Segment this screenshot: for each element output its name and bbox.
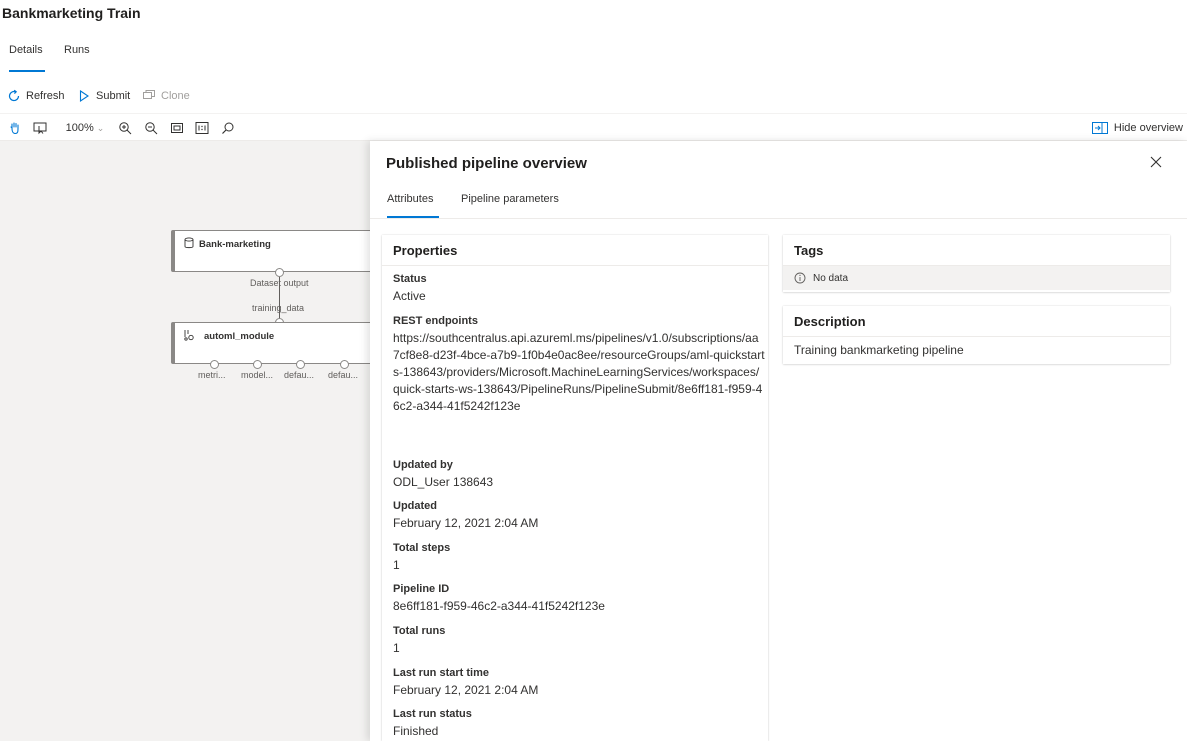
clone-button[interactable]: Clone [142, 86, 190, 106]
refresh-button[interactable]: Refresh [7, 86, 65, 106]
module-output-label: metri... [198, 370, 226, 380]
module-node-label: automl_module [204, 331, 275, 342]
property-value: February 12, 2021 2:04 AM [393, 516, 539, 530]
automl-icon [183, 329, 195, 341]
play-icon [77, 89, 91, 103]
description-heading: Description [783, 306, 1170, 337]
property-label: Updated by [393, 459, 453, 471]
tags-card: Tags No data [783, 235, 1170, 292]
property-value: 8e6ff181-f959-46c2-a344-41f5242f123e [393, 599, 605, 613]
hide-overview-label: Hide overview [1113, 122, 1183, 134]
property-status: Status Active [393, 272, 765, 305]
tags-heading: Tags [783, 235, 1170, 266]
description-text: Training bankmarketing pipeline [794, 343, 964, 357]
property-pipeline-id: Pipeline ID 8e6ff181-f959-46c2-a344-41f5… [393, 582, 765, 615]
actual-size-icon[interactable] [194, 119, 210, 137]
module-output-port[interactable] [340, 360, 349, 369]
dataset-node-label: Bank-marketing [199, 239, 271, 250]
description-card: Description Training bankmarketing pipel… [783, 306, 1170, 364]
module-output-port[interactable] [296, 360, 305, 369]
tab-pipeline-parameters[interactable]: Pipeline parameters [461, 193, 561, 218]
property-total-steps: Total steps 1 [393, 541, 765, 574]
chevron-down-icon: ⌄ [96, 122, 105, 133]
zoom-in-icon[interactable] [117, 119, 133, 137]
page-title: Bankmarketing Train [2, 5, 141, 21]
hide-overview-button[interactable]: Hide overview [1091, 119, 1183, 137]
no-data-text: No data [813, 272, 849, 284]
properties-heading: Properties [382, 235, 768, 266]
select-pointer-icon[interactable] [31, 119, 49, 137]
no-data-row: No data [783, 266, 1170, 290]
property-label: Total runs [393, 625, 446, 637]
property-label: Total steps [393, 542, 451, 554]
property-label: Last run start time [393, 667, 489, 679]
zoom-level-dropdown[interactable]: 100% ⌄ [64, 119, 106, 137]
fit-to-screen-icon[interactable] [169, 119, 185, 137]
property-label: Last run status [393, 708, 472, 720]
overview-panel: Published pipeline overview Attributes P… [370, 141, 1187, 741]
zoom-out-icon[interactable] [143, 119, 159, 137]
property-last-run-start-time: Last run start time February 12, 2021 2:… [393, 666, 765, 699]
module-output-label: defau... [284, 370, 315, 380]
zoom-level: 100% [65, 122, 94, 134]
module-output-label: defau... [328, 370, 359, 380]
property-value: Finished [393, 724, 439, 738]
dataset-output-port[interactable] [275, 268, 284, 277]
property-value: 1 [393, 558, 400, 572]
property-value: ODL_User 138643 [393, 475, 494, 489]
clone-icon [142, 89, 156, 103]
property-value: 1 [393, 641, 400, 655]
pipeline-canvas[interactable]: Bank-marketing Dataset output training_d… [0, 141, 370, 741]
module-output-port[interactable] [210, 360, 219, 369]
property-last-run-status: Last run status Finished [393, 707, 765, 740]
property-updated: Updated February 12, 2021 2:04 AM [393, 499, 765, 532]
dataset-node[interactable]: Bank-marketing [171, 230, 370, 272]
refresh-label: Refresh [26, 90, 65, 102]
info-icon [794, 272, 806, 284]
module-output-label: model... [241, 370, 274, 380]
module-output-port[interactable] [253, 360, 262, 369]
submit-label: Submit [96, 90, 131, 102]
properties-card: Properties Status Active REST endpoints … [382, 235, 768, 741]
property-label: Updated [393, 500, 437, 512]
search-icon[interactable] [220, 119, 236, 137]
tab-runs[interactable]: Runs [64, 44, 90, 72]
refresh-icon [7, 89, 21, 103]
property-value: Active [393, 289, 426, 303]
property-updated-by: Updated by ODL_User 138643 [393, 458, 765, 491]
submit-button[interactable]: Submit [77, 86, 130, 106]
panel-toggle-icon [1091, 122, 1108, 134]
property-label: REST endpoints [393, 315, 478, 327]
rest-endpoint-url[interactable]: https://southcentralus.api.azureml.ms/pi… [393, 330, 765, 415]
close-icon[interactable] [1147, 153, 1165, 171]
dataset-icon [183, 237, 195, 249]
property-label: Pipeline ID [393, 583, 450, 595]
panel-title: Published pipeline overview [386, 155, 587, 172]
tab-attributes[interactable]: Attributes [387, 193, 439, 218]
clone-label: Clone [161, 90, 190, 102]
property-rest-endpoints: REST endpoints https://southcentralus.ap… [393, 314, 765, 415]
property-value: February 12, 2021 2:04 AM [393, 683, 539, 697]
tabs-divider [370, 218, 1187, 219]
property-total-runs: Total runs 1 [393, 624, 765, 657]
tab-details[interactable]: Details [9, 44, 45, 72]
module-input-label: training_data [252, 303, 305, 313]
canvas-toolbar: 100% ⌄ Hide overview [0, 113, 1187, 141]
property-label: Status [393, 273, 427, 285]
pan-hand-icon[interactable] [6, 119, 24, 137]
automl-module-node[interactable]: automl_module [171, 322, 370, 364]
